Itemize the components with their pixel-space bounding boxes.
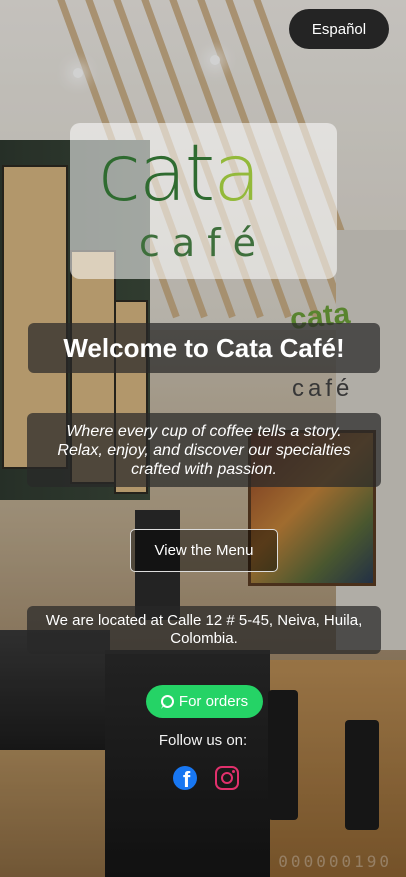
page-title: Welcome to Cata Café! [28, 323, 380, 373]
orders-button-label: For orders [178, 693, 249, 710]
logo-card: cata café [70, 123, 337, 279]
instagram-icon[interactable] [215, 766, 239, 790]
logo-word-part1: cat [98, 129, 215, 219]
logo-wordmark: cata [98, 135, 261, 213]
tagline: Where every cup of coffee tells a story.… [27, 413, 381, 487]
view-menu-button[interactable]: View the Menu [130, 529, 278, 572]
language-toggle-button[interactable]: Español [289, 9, 389, 49]
facebook-icon[interactable]: f [173, 766, 197, 790]
logo-subtitle: café [139, 221, 268, 265]
logo-word-part2: a [213, 129, 261, 219]
whatsapp-orders-button[interactable]: For orders [146, 685, 263, 718]
follow-us-label: Follow us on: [158, 732, 248, 749]
location-text: We are located at Calle 12 # 5-45, Neiva… [27, 606, 381, 654]
whatsapp-icon [160, 695, 174, 708]
